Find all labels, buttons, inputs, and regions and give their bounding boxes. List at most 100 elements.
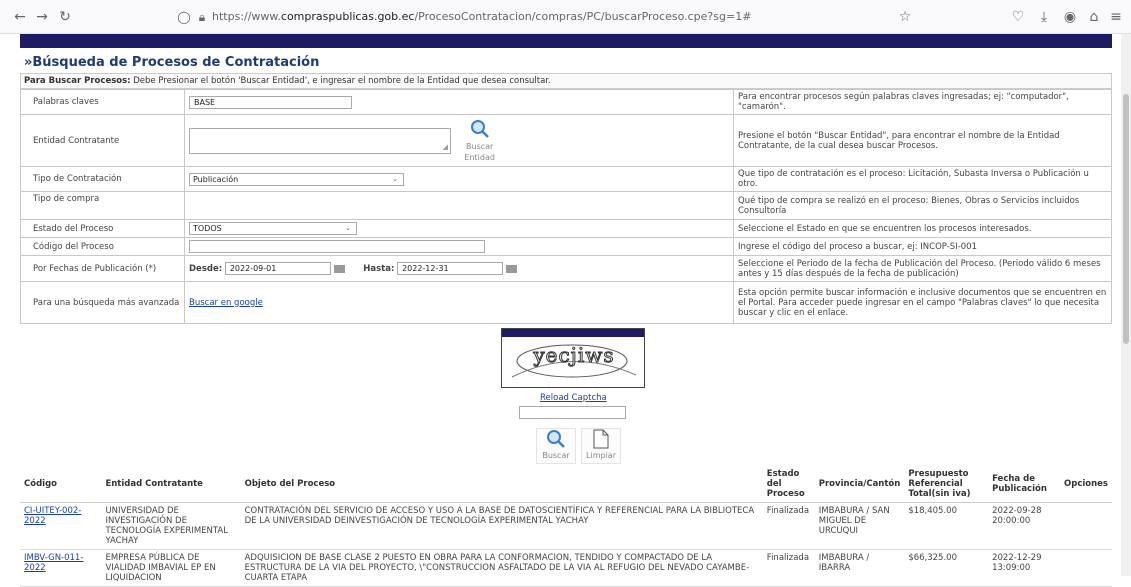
captcha-input[interactable] <box>519 406 626 419</box>
browser-toolbar: ← → ↻ ◯ 🔒︎ https://www.compraspublicas.g… <box>0 0 1131 34</box>
to-label: Hasta: <box>363 264 395 274</box>
instructions: Para Buscar Procesos: Debe Presionar el … <box>20 73 1112 89</box>
entity-label: Entidad Contratante <box>20 114 185 167</box>
scrollbar-thumb[interactable] <box>1123 94 1129 344</box>
state-select-value: TODOS <box>193 224 222 233</box>
code-label: Código del Proceso <box>20 237 185 256</box>
advanced-cell: Buscar en google <box>184 281 734 324</box>
captcha-header-bar <box>502 329 644 337</box>
captcha-area: yecjiws Reload Captcha Buscar Limpiar <box>20 324 1112 464</box>
dates-help: Seleccione el Periodo de la fecha de Pub… <box>733 255 1112 282</box>
calendar-icon[interactable] <box>333 264 345 273</box>
calendar-icon[interactable] <box>505 264 517 273</box>
state-select[interactable]: TODOS ⌄ <box>189 222 357 235</box>
chevron-down-icon: ⌄ <box>392 174 398 183</box>
shield-icon[interactable]: ◯ <box>176 9 192 25</box>
col-code: Código <box>20 466 102 503</box>
row-state: Finalizada <box>762 502 815 550</box>
type-select[interactable]: Publicación ⌄ <box>189 172 404 186</box>
type-select-value: Publicación <box>193 174 239 184</box>
row-budget: $18,405.00 <box>904 502 989 550</box>
clear-button-label: Limpiar <box>586 451 616 460</box>
page-title: »Búsqueda de Procesos de Contratación <box>24 55 320 70</box>
col-province: Provincia/Cantón <box>814 466 905 503</box>
bookmark-star-icon[interactable]: ☆ <box>897 9 913 25</box>
purchase-help: Qué tipo de compra se realizó en el proc… <box>733 191 1112 220</box>
keywords-input[interactable]: BASE <box>189 95 352 109</box>
table-row: IMBV-GN-011-2022 EMPRESA PÚBLICA DE VIAL… <box>20 549 1112 587</box>
row-entity: UNIVERSIDAD DE INVESTIGACIÓN DE TECNOLOG… <box>101 502 241 550</box>
search-button[interactable]: Buscar <box>536 428 576 464</box>
type-label: Tipo de Contratación <box>20 166 185 192</box>
url-domain: compraspublicas.gob.ec <box>280 10 415 23</box>
from-label: Desde: <box>189 264 223 274</box>
url-prefix: https://www. <box>212 10 281 23</box>
advanced-label: Para una búsqueda más avanzada <box>20 281 185 324</box>
type-cell: Publicación ⌄ <box>184 166 734 192</box>
col-budget: Presupuesto Referencial Total(sin iva) <box>904 466 989 503</box>
back-icon[interactable]: ← <box>12 9 28 25</box>
process-code-link[interactable]: CI-UITEY-002-2022 <box>24 506 81 526</box>
row-province: IMBABURA / SAN MIGUEL DE URCUQUI <box>814 502 905 550</box>
forward-icon[interactable]: → <box>34 9 50 25</box>
google-search-link[interactable]: Buscar en google <box>189 298 263 308</box>
advanced-help: Esta opción permite buscar información e… <box>733 281 1112 324</box>
row-entity: EMPRESA PÚBLICA DE VIALIDAD IMBAVIAL EP … <box>101 549 241 587</box>
row-date: 2022-09-28 20:00:00 <box>988 502 1061 550</box>
col-object: Objeto del Proceso <box>240 466 763 503</box>
captcha-image: yecjiws <box>501 328 645 388</box>
chevron-down-icon: ⌄ <box>345 224 351 232</box>
header-bar <box>20 34 1112 48</box>
reload-icon[interactable]: ↻ <box>57 9 73 25</box>
keywords-label: Palabras claves <box>20 89 185 115</box>
search-button-label: Buscar <box>542 451 570 460</box>
row-date: 2022-12-29 13:09:00 <box>988 549 1061 587</box>
entity-textarea[interactable]: ◢ <box>189 127 451 154</box>
col-state: Estado del Proceso <box>762 466 815 503</box>
lock-icon[interactable]: 🔒︎ <box>194 9 210 25</box>
state-help: Seleccione el Estado en que se encuentre… <box>733 219 1112 238</box>
search-entity-button[interactable]: Buscar Entidad <box>458 119 502 163</box>
scrollbar[interactable] <box>1121 34 1131 576</box>
extension-icon[interactable]: ◉ <box>1062 9 1078 25</box>
process-code-link[interactable]: IMBV-GN-011-2022 <box>24 553 83 573</box>
url-path: /ProcesoContratacion/compras/PC/buscarPr… <box>414 10 752 23</box>
code-input[interactable] <box>189 240 485 253</box>
col-date: Fecha de Publicación <box>988 466 1061 503</box>
results-table: Código Entidad Contratante Objeto del Pr… <box>20 466 1112 587</box>
entity-cell: ◢ Buscar Entidad <box>184 114 734 167</box>
row-object: CONTRATACIÓN DEL SERVICIO DE ACCESO Y US… <box>240 502 763 550</box>
row-options <box>1060 549 1112 587</box>
row-state: Finalizada <box>762 549 815 587</box>
dates-label: Por Fechas de Publicación (*) <box>20 255 185 282</box>
purchase-cell <box>184 191 734 220</box>
purchase-label: Tipo de compra <box>20 191 185 220</box>
entity-help: Presione el botón "Buscar Entidad", para… <box>733 114 1112 167</box>
instructions-bold: Para Buscar Procesos: <box>24 76 131 86</box>
row-object: ADQUISICION DE BASE CLASE 2 PUESTO EN OB… <box>240 549 763 587</box>
sync-icon[interactable]: ⌂ <box>1086 9 1102 25</box>
menu-icon[interactable]: ≡ <box>1108 9 1124 25</box>
row-province: IMBABURA / IBARRA <box>814 549 905 587</box>
blank-page-icon <box>593 429 609 449</box>
clear-button[interactable]: Limpiar <box>581 428 621 464</box>
to-date-input[interactable]: 2022-12-31 <box>397 262 504 275</box>
instructions-text: Debe Presionar el botón 'Buscar Entidad'… <box>130 76 551 86</box>
row-budget: $66,325.00 <box>904 549 989 587</box>
type-help: Que tipo de contratación es el proceso: … <box>733 166 1112 192</box>
download-icon[interactable]: ⤓ <box>1036 9 1052 25</box>
state-cell: TODOS ⌄ <box>184 219 734 238</box>
url-bar[interactable]: https://www.compraspublicas.gob.ec/Proce… <box>212 10 751 23</box>
col-entity: Entidad Contratante <box>101 466 241 503</box>
reload-captcha-link[interactable]: Reload Captcha <box>540 393 607 403</box>
code-help: Ingrese el código del proceso a buscar, … <box>733 237 1112 256</box>
page-content: »Búsqueda de Procesos de Contratación Pa… <box>20 34 1112 587</box>
col-options: Opciones <box>1060 466 1112 503</box>
magnifier-icon <box>470 119 489 138</box>
from-date-input[interactable]: 2022-09-01 <box>224 262 331 275</box>
code-cell <box>184 237 734 256</box>
magnifier-icon <box>547 430 565 448</box>
keywords-cell: BASE <box>184 89 734 115</box>
pocket-icon[interactable]: ♡ <box>1010 9 1026 25</box>
dates-cell: Desde: 2022-09-01 Hasta: 2022-12-31 <box>184 255 734 282</box>
